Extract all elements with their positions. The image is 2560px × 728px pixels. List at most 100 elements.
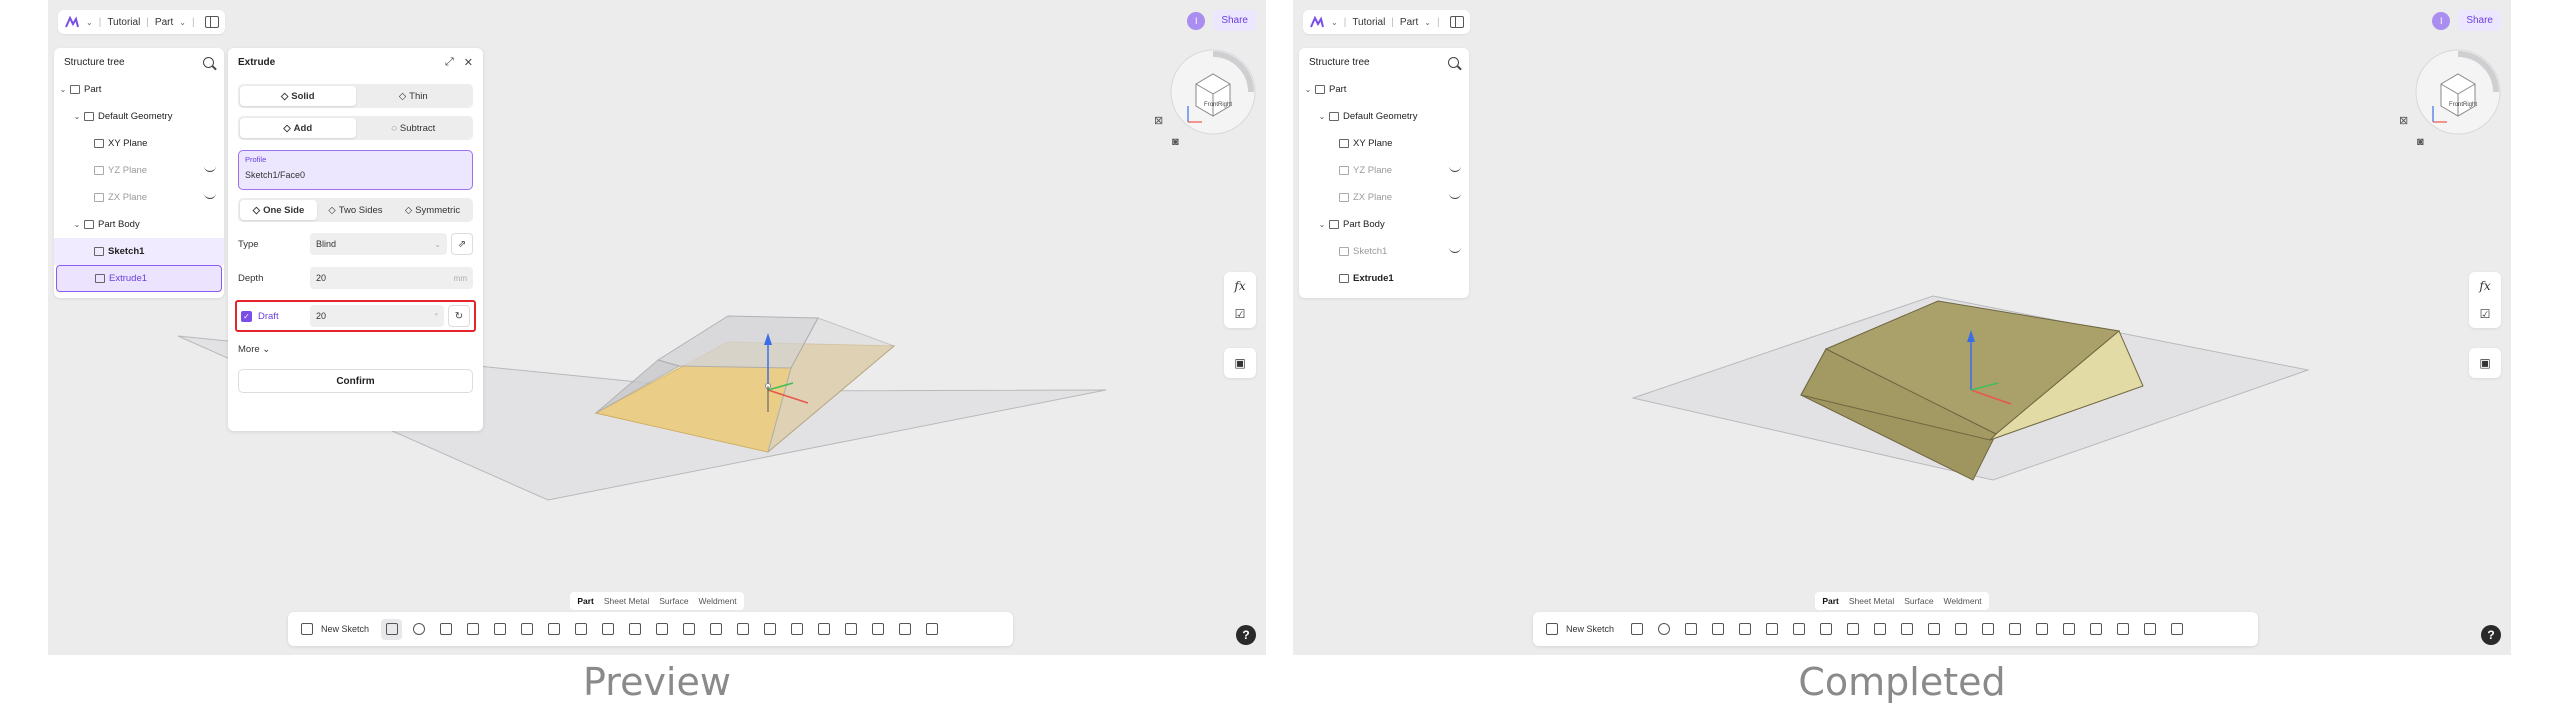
avatar[interactable]: I bbox=[2432, 11, 2451, 30]
solid-option[interactable]: ◇ Solid bbox=[240, 86, 356, 106]
camera-icon[interactable]: ◙ bbox=[1172, 136, 1179, 148]
chevron-down-icon[interactable]: ⌄ bbox=[1317, 220, 1327, 229]
project-name[interactable]: Tutorial bbox=[1352, 17, 1385, 28]
close-icon[interactable]: ✕ bbox=[464, 56, 473, 69]
panel-icon[interactable]: ▣ bbox=[2469, 348, 2501, 378]
add-option[interactable]: ◇ Add bbox=[240, 118, 356, 138]
revolve-tool-icon[interactable] bbox=[1653, 619, 1674, 640]
extrude-tool-icon[interactable] bbox=[381, 618, 403, 640]
chevron-down-icon[interactable]: ⌄ bbox=[1424, 18, 1431, 27]
chevron-down-icon[interactable]: ⌄ bbox=[179, 18, 186, 27]
tree-item-part-body[interactable]: ⌄ Part Body bbox=[1299, 211, 1469, 238]
measure-tool-icon[interactable] bbox=[2166, 619, 2187, 640]
draft-tool-icon[interactable] bbox=[1842, 619, 1863, 640]
chevron-down-icon[interactable]: ⌄ bbox=[72, 112, 82, 121]
shell-tool-icon[interactable] bbox=[624, 619, 645, 640]
move-tool-icon[interactable] bbox=[786, 619, 807, 640]
combine-tool-icon[interactable] bbox=[1977, 619, 1998, 640]
sweep-tool-icon[interactable] bbox=[435, 619, 456, 640]
chevron-down-icon[interactable]: ⌄ bbox=[72, 220, 82, 229]
tree-item-default-geometry[interactable]: ⌄ Default Geometry bbox=[54, 103, 224, 130]
extrude-tool-icon[interactable] bbox=[1626, 619, 1647, 640]
search-icon[interactable] bbox=[1448, 56, 1459, 68]
transform-tool-icon[interactable] bbox=[2058, 619, 2079, 640]
fit-view-icon[interactable]: ⊠ bbox=[1154, 114, 1163, 127]
combine-tool-icon[interactable] bbox=[732, 619, 753, 640]
chevron-down-icon[interactable]: ⌄ bbox=[1303, 85, 1313, 94]
transform-tool-icon[interactable] bbox=[813, 619, 834, 640]
tree-item-part[interactable]: ⌄ Part bbox=[54, 76, 224, 103]
pin-icon[interactable]: ⤢ bbox=[445, 56, 454, 69]
tree-item-sketch1[interactable]: Sketch1 bbox=[1299, 238, 1469, 265]
eye-closed-icon[interactable] bbox=[204, 166, 216, 172]
profile-field[interactable]: Profile Sketch1/Face0 bbox=[238, 150, 473, 190]
new-sketch-button[interactable]: New Sketch bbox=[296, 619, 369, 640]
more-toggle[interactable]: More ⌄ bbox=[238, 344, 473, 355]
tree-item-part[interactable]: ⌄ Part bbox=[1299, 76, 1469, 103]
axis-tool-icon[interactable] bbox=[867, 619, 888, 640]
loft-tool-icon[interactable] bbox=[1707, 619, 1728, 640]
chamfer-tool-icon[interactable] bbox=[1815, 619, 1836, 640]
chamfer-tool-icon[interactable] bbox=[570, 619, 591, 640]
tab-surface[interactable]: Surface bbox=[655, 594, 692, 608]
tree-item-xy-plane[interactable]: XY Plane bbox=[54, 130, 224, 157]
flip-direction-icon[interactable]: ⇗ bbox=[451, 233, 473, 255]
draft-input[interactable]: 20 ° bbox=[310, 305, 444, 327]
chevron-down-icon[interactable]: ⌄ bbox=[1317, 112, 1327, 121]
reset-icon[interactable]: ↻ bbox=[448, 305, 470, 327]
fit-view-icon[interactable]: ⊠ bbox=[2399, 114, 2408, 127]
camera-icon[interactable]: ◙ bbox=[2417, 136, 2424, 148]
rib-tool-icon[interactable] bbox=[489, 619, 510, 640]
pattern-tool-icon[interactable] bbox=[678, 619, 699, 640]
search-icon[interactable] bbox=[203, 56, 214, 68]
measure-tool-icon[interactable] bbox=[921, 619, 942, 640]
hole-tool-icon[interactable] bbox=[516, 619, 537, 640]
eye-closed-icon[interactable] bbox=[1449, 166, 1461, 172]
tree-item-part-body[interactable]: ⌄ Part Body bbox=[54, 211, 224, 238]
confirm-button[interactable]: Confirm bbox=[238, 369, 473, 393]
plane-tool-icon[interactable] bbox=[2085, 619, 2106, 640]
move-tool-icon[interactable] bbox=[2031, 619, 2052, 640]
help-icon[interactable]: ? bbox=[2481, 625, 2501, 645]
chevron-down-icon[interactable]: ⌄ bbox=[86, 18, 93, 27]
tree-item-extrude1[interactable]: Extrude1 bbox=[1299, 265, 1469, 292]
loft-tool-icon[interactable] bbox=[462, 619, 483, 640]
depth-input[interactable]: 20 mm bbox=[310, 267, 473, 289]
document-name[interactable]: Part bbox=[155, 17, 173, 28]
help-icon[interactable]: ? bbox=[1236, 625, 1256, 645]
split-tool-icon[interactable] bbox=[2004, 619, 2025, 640]
share-button[interactable]: Share bbox=[2458, 10, 2501, 31]
tree-item-sketch1[interactable]: Sketch1 bbox=[54, 238, 224, 265]
one-side-option[interactable]: ◇ One Side bbox=[240, 200, 317, 220]
revolve-tool-icon[interactable] bbox=[408, 619, 429, 640]
tree-item-zx-plane[interactable]: ZX Plane bbox=[54, 184, 224, 211]
tab-sheet-metal[interactable]: Sheet Metal bbox=[1845, 594, 1898, 608]
fillet-tool-icon[interactable] bbox=[1788, 619, 1809, 640]
section-tool-icon[interactable] bbox=[2139, 619, 2160, 640]
type-select[interactable]: Blind ⌄ bbox=[310, 233, 447, 255]
app-logo-icon[interactable] bbox=[1309, 15, 1325, 29]
formula-icon[interactable]: fx bbox=[2469, 272, 2501, 300]
draft-checkbox[interactable]: ✓ bbox=[241, 310, 252, 322]
hole-tool-icon[interactable] bbox=[1761, 619, 1782, 640]
mirror-tool-icon[interactable] bbox=[1950, 619, 1971, 640]
thicken-tool-icon[interactable] bbox=[651, 619, 672, 640]
axis-tool-icon[interactable] bbox=[2112, 619, 2133, 640]
symmetric-option[interactable]: ◇ Symmetric bbox=[394, 200, 471, 220]
thicken-tool-icon[interactable] bbox=[1896, 619, 1917, 640]
tree-item-default-geometry[interactable]: ⌄ Default Geometry bbox=[1299, 103, 1469, 130]
tree-item-extrude1[interactable]: Extrude1 bbox=[56, 265, 222, 292]
view-cube[interactable]: Front Right ⊠ ◙ bbox=[1154, 44, 1258, 148]
eye-closed-icon[interactable] bbox=[204, 193, 216, 199]
mirror-tool-icon[interactable] bbox=[705, 619, 726, 640]
view-cube[interactable]: Front Right ⊠ ◙ bbox=[2399, 44, 2503, 148]
sidebar-toggle-icon[interactable] bbox=[1449, 16, 1464, 28]
tab-weldment[interactable]: Weldment bbox=[1940, 594, 1986, 608]
section-tool-icon[interactable] bbox=[894, 619, 915, 640]
two-sides-option[interactable]: ◇ Two Sides bbox=[317, 200, 394, 220]
panel-icon[interactable]: ▣ bbox=[1224, 348, 1256, 378]
shell-tool-icon[interactable] bbox=[1869, 619, 1890, 640]
document-name[interactable]: Part bbox=[1400, 17, 1418, 28]
formula-icon[interactable]: fx bbox=[1224, 272, 1256, 300]
fillet-tool-icon[interactable] bbox=[543, 619, 564, 640]
